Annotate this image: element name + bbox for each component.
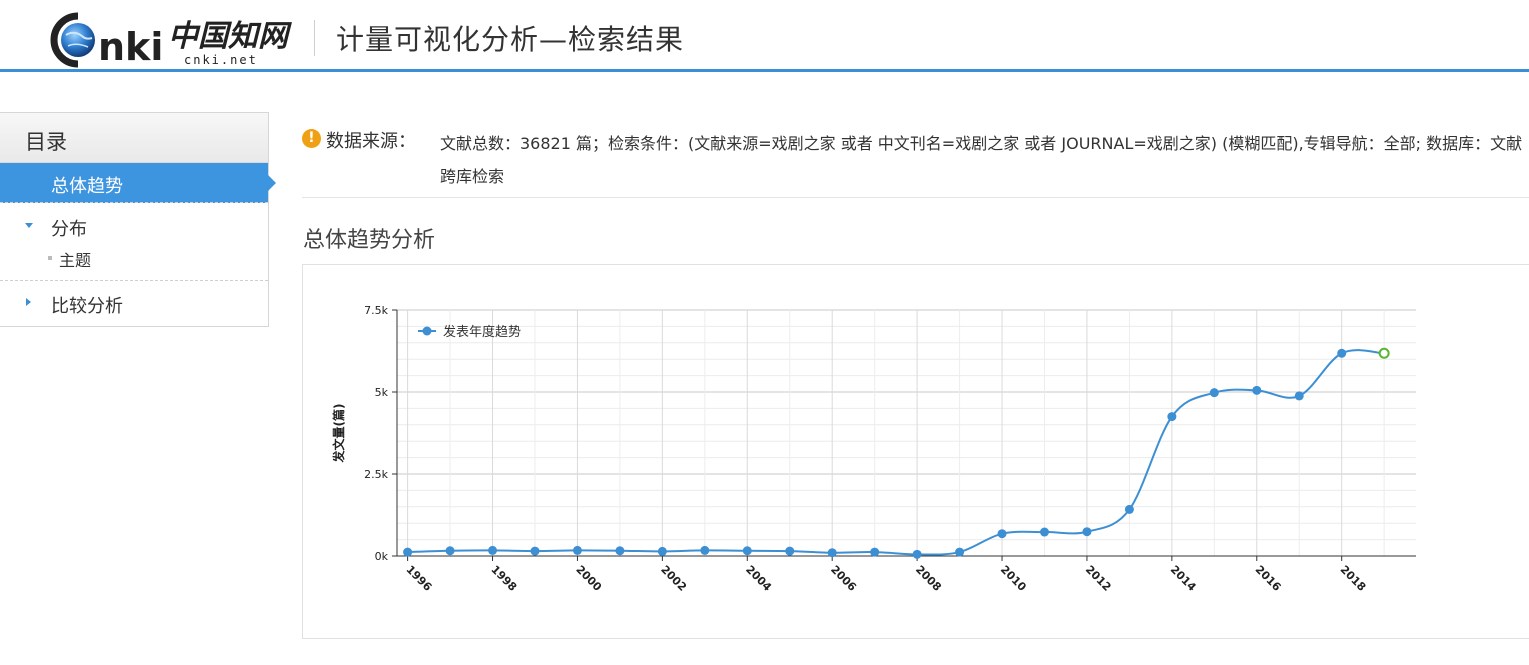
trend-chart-panel: 0k 2.5k 5k 7.5k 1996 1998 2000 2002 2004 2006 2008… [302,264,1529,639]
caret-down-icon [25,223,33,228]
x-tick-label: 2000 [573,563,604,594]
data-point [1039,527,1049,537]
data-point [530,546,540,556]
data-point [1252,385,1262,395]
sidebar-subitem-topic[interactable]: 主题 [0,243,268,281]
data-point [1337,348,1347,358]
data-point [1209,388,1219,398]
data-point [700,545,710,555]
data-point [1294,391,1304,401]
x-tick-label: 1998 [488,563,519,594]
sidebar-item-label: 比较分析 [51,296,123,317]
data-point [1124,504,1134,514]
x-tick-label: 2002 [658,563,689,594]
logo-divider [314,20,315,56]
cnki-logo-graphic: nki 中国知网 cnki.net [50,12,292,69]
x-tick-label: 2010 [998,563,1029,594]
forecast-point [1378,347,1390,359]
x-tick-label: 2014 [1168,563,1199,594]
legend-label: 发表年度趋势 [443,324,521,340]
page-title: 计量可视化分析—检索结果 [336,23,685,56]
x-tick-label: 2016 [1253,563,1284,594]
sidebar-item-label: 总体趋势 [51,176,123,197]
data-point [997,529,1007,539]
y-tick-label: 5k [375,386,389,399]
header-bar: nki 中国知网 cnki.net 计量可视化分析—检索结果 [0,0,1529,72]
caret-right-icon [26,298,31,306]
svg-text:中国知网: 中国知网 [168,19,292,54]
data-point [1082,527,1092,537]
data-source-label: 数据来源： [326,131,416,152]
trend-chart: 0k 2.5k 5k 7.5k 1996 1998 2000 2002 2004 2006 2008… [331,304,1416,594]
x-tick-label: 2008 [913,563,944,594]
data-point [657,546,667,556]
bullet-icon [48,256,52,260]
sidebar-heading: 目录 [0,113,268,163]
data-source-panel: ! 数据来源： 文献总数：36821 篇；检索条件：(文献来源=戏剧之家 或者 … [302,125,1529,198]
y-tick-label: 0k [375,550,389,563]
legend-marker [422,326,432,336]
data-point [742,546,752,556]
sidebar-item-distribution[interactable]: 分布 [0,203,268,243]
x-tick-label: 2004 [743,563,774,594]
sidebar-item-comparison[interactable]: 比较分析 [0,281,268,325]
active-arrow-icon [268,175,276,191]
data-point [403,547,413,557]
data-point [615,546,625,556]
data-point [445,546,455,556]
globe-icon [61,23,95,57]
cnki-logo[interactable]: nki 中国知网 cnki.net [48,10,298,69]
y-axis-label: 发文量(篇) [331,404,346,464]
data-point [1167,412,1177,422]
sidebar-menu: 目录 总体趋势 分布 主题 比较分析 [0,112,276,327]
x-tick-label: 2018 [1338,563,1369,594]
sidebar-subitem-label: 主题 [59,251,92,270]
warning-icon: ! [302,129,321,148]
data-point [870,547,880,557]
sidebar-item-overall-trend[interactable]: 总体趋势 [0,163,276,203]
x-tick-label: 2006 [828,563,859,594]
y-tick-label: 7.5k [364,304,388,317]
x-tick-label: 2012 [1083,563,1114,594]
data-point [912,549,922,559]
svg-text:nki: nki [98,25,163,68]
svg-text:cnki.net: cnki.net [184,53,258,67]
data-source-text: 文献总数：36821 篇；检索条件：(文献来源=戏剧之家 或者 中文刊名=戏剧之… [440,134,1523,186]
y-tick-label: 2.5k [364,468,388,481]
data-point [785,546,795,556]
data-point [488,545,498,555]
sidebar-item-label: 分布 [51,219,87,240]
section-title: 总体趋势分析 [303,228,436,253]
data-point [572,545,582,555]
data-point [827,548,837,558]
x-tick-label: 1996 [403,563,434,594]
series-line [407,349,1385,556]
data-point [955,547,965,557]
